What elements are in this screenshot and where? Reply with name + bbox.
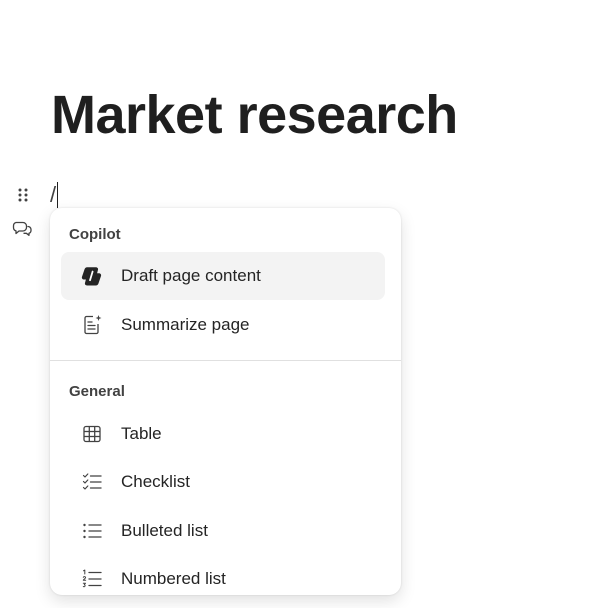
- summarize-icon: [80, 313, 104, 337]
- page-title[interactable]: Market research: [51, 80, 458, 150]
- menu-item-draft-page-content[interactable]: Draft page content: [61, 252, 385, 300]
- text-caret: [57, 182, 59, 208]
- numbered-list-icon: [80, 567, 104, 591]
- menu-item-bulleted-list[interactable]: Bulleted list: [61, 507, 385, 555]
- menu-item-label: Table: [121, 424, 162, 443]
- menu-item-table[interactable]: Table: [61, 410, 385, 458]
- menu-item-label: Summarize page: [121, 315, 250, 334]
- menu-item-checklist[interactable]: Checklist: [61, 458, 385, 506]
- comment-icon[interactable]: [12, 218, 34, 238]
- menu-item-label: Checklist: [121, 472, 190, 491]
- menu-item-label: Draft page content: [121, 266, 261, 285]
- menu-item-label: Numbered list: [121, 569, 226, 588]
- menu-item-label: Bulleted list: [121, 521, 208, 540]
- editor-input-line[interactable]: /: [50, 181, 59, 209]
- menu-item-summarize-page[interactable]: Summarize page: [61, 301, 385, 349]
- drag-handle-icon[interactable]: [17, 187, 29, 203]
- typed-slash: /: [50, 182, 57, 207]
- copilot-icon: [80, 264, 104, 288]
- bulleted-list-icon: [80, 519, 104, 543]
- slash-command-menu: Copilot Draft page content Summarize pag…: [50, 208, 401, 595]
- menu-item-numbered-list[interactable]: Numbered list: [61, 555, 385, 595]
- section-label-copilot: Copilot: [69, 226, 121, 243]
- menu-divider: [50, 360, 401, 361]
- checklist-icon: [80, 470, 104, 494]
- section-label-general: General: [69, 383, 125, 400]
- table-icon: [80, 422, 104, 446]
